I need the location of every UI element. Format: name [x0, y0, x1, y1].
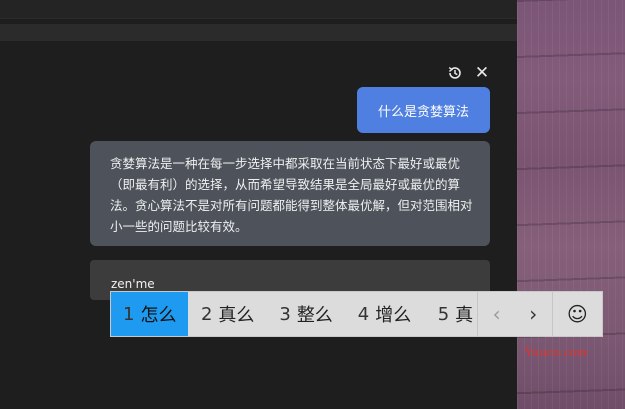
ime-candidate-3[interactable]: 3 整么: [267, 292, 345, 336]
history-icon[interactable]: [446, 64, 464, 82]
chat-input-value[interactable]: zen'me: [111, 277, 155, 291]
history-icon-glyph: [448, 67, 461, 79]
chevron-right-icon[interactable]: ›: [515, 292, 552, 336]
candidate-number: 4: [357, 303, 370, 325]
ime-candidate-4[interactable]: 4 增么: [345, 292, 423, 336]
watermark: Yuucn.com: [524, 344, 588, 359]
ime-candidate-1[interactable]: 1 怎么: [111, 292, 189, 336]
screen: ✕ 什么是贪婪算法 贪婪算法是一种在每一步选择中都采取在当前状态下最好或最优（即…: [0, 0, 625, 409]
assistant-message-bubble: 贪婪算法是一种在每一步选择中都采取在当前状态下最好或最优（即最有利）的选择，从而…: [90, 141, 490, 246]
user-message-bubble: 什么是贪婪算法: [357, 87, 490, 133]
ime-candidate-bar: 1 怎么 2 真么 3 整么 4 增么 5 真 ‹ › ☺: [110, 291, 603, 337]
chat-panel: ✕ 什么是贪婪算法 贪婪算法是一种在每一步选择中都采取在当前状态下最好或最优（即…: [0, 0, 517, 409]
toolbar-strip: [0, 24, 517, 41]
chevron-left-icon[interactable]: ‹: [477, 292, 515, 336]
candidate-number: 2: [200, 303, 213, 325]
candidate-text: 真: [455, 305, 474, 326]
assistant-message-text: 贪婪算法是一种在每一步选择中都采取在当前状态下最好或最优（即最有利）的选择，从而…: [110, 156, 473, 234]
candidate-text: 增么: [375, 305, 412, 326]
candidate-number: 5: [437, 303, 450, 325]
ime-candidate-2[interactable]: 2 真么: [188, 292, 266, 336]
user-message-text: 什么是贪婪算法: [377, 104, 469, 120]
candidate-number: 1: [123, 303, 135, 325]
top-bar: [0, 0, 517, 19]
candidate-text: 真么: [218, 305, 255, 326]
candidate-text: 怎么: [140, 305, 177, 326]
candidate-number: 3: [279, 303, 291, 325]
emoji-icon[interactable]: ☺: [551, 292, 602, 336]
close-icon[interactable]: ✕: [473, 64, 491, 82]
ime-candidate-5[interactable]: 5 真: [424, 292, 478, 336]
candidate-text: 整么: [296, 305, 333, 326]
